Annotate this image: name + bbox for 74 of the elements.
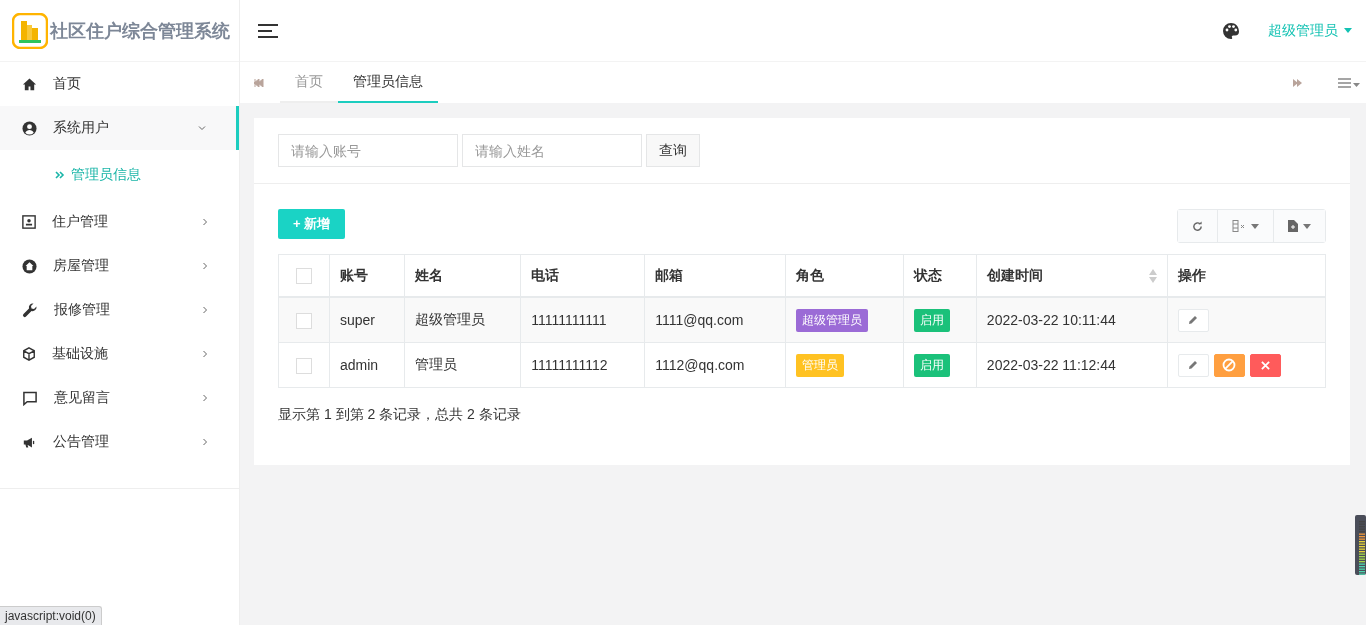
column-header: 操作 — [1177, 266, 1206, 283]
table-cell: 管理员 — [415, 356, 458, 372]
columns-button[interactable] — [1218, 210, 1274, 242]
table-cell: 11111111111 — [531, 312, 607, 328]
table-cell: 2022-03-22 10:11:44 — [986, 312, 1116, 328]
sidebar-item[interactable]: 意见留言 — [0, 376, 239, 420]
table-cell: 2022-03-22 11:12:44 — [986, 357, 1116, 373]
table-cell: super — [340, 312, 376, 328]
refresh-button[interactable] — [1178, 210, 1218, 242]
search-field[interactable]: 请输入姓名 — [462, 134, 642, 167]
column-header: 角色 — [795, 266, 824, 283]
sidebar-item[interactable]: 住户管理 — [0, 200, 239, 244]
table-cell: 超级管理员 — [415, 311, 486, 327]
sidebar-item[interactable]: 报修管理 — [0, 288, 239, 332]
house-circle-icon — [22, 258, 37, 274]
home-icon — [22, 76, 37, 92]
checkbox[interactable] — [296, 268, 312, 285]
megaphone-icon — [22, 435, 37, 449]
checkbox[interactable] — [296, 357, 312, 374]
edit-button[interactable] — [1177, 353, 1209, 377]
sidebar-item[interactable]: 基础设施 — [0, 332, 239, 376]
double-chevron-icon — [55, 171, 65, 179]
status-tag: 启用 — [914, 353, 951, 377]
pencil-icon — [1188, 315, 1199, 325]
checkbox[interactable] — [296, 312, 312, 329]
app-title: 社区住户综合管理系统 — [50, 19, 230, 43]
search-button[interactable]: 查询 — [646, 134, 700, 167]
close-icon — [1260, 360, 1270, 370]
rewind-icon[interactable] — [254, 78, 264, 87]
sort-icon[interactable] — [1148, 268, 1157, 283]
role-tag: 超级管理员 — [795, 308, 868, 332]
ban-icon — [1222, 358, 1237, 372]
caret-down-icon — [1303, 223, 1311, 229]
level-meter-drawing — [1355, 515, 1366, 575]
table-cell: 1111@qq.com — [655, 312, 744, 328]
list-dropdown-icon[interactable] — [1338, 77, 1360, 88]
palette-icon[interactable] — [1222, 21, 1240, 40]
caret-down-icon — [1344, 28, 1352, 33]
edit-button[interactable] — [1177, 308, 1209, 332]
file-icon — [1288, 220, 1298, 232]
sidebar-item[interactable]: 房屋管理 — [0, 244, 239, 288]
menu-icon[interactable] — [258, 23, 278, 38]
contact-card-icon — [22, 215, 36, 229]
page-tab[interactable]: 管理员信息 — [338, 62, 438, 103]
chat-bubble-icon — [22, 390, 38, 406]
table-cell: 11111111112 — [531, 357, 608, 373]
export-button[interactable] — [1274, 210, 1325, 242]
user-circle-icon — [22, 120, 37, 136]
wrench-icon — [22, 302, 38, 318]
column-header[interactable]: 创建时间 — [986, 266, 1043, 285]
column-header: 邮箱 — [655, 266, 684, 283]
column-header: 电话 — [531, 266, 560, 283]
status-tag: 启用 — [914, 308, 951, 332]
table-cell: 1112@qq.com — [655, 357, 745, 373]
pagination-info: 显示第 1 到第 2 条记录，总共 2 条记录 — [278, 406, 522, 424]
sidebar-item[interactable]: 系统用户 — [0, 106, 239, 150]
sidebar-item[interactable]: 首页 — [0, 62, 239, 106]
search-field[interactable]: 请输入账号 — [278, 134, 458, 167]
refresh-icon — [1192, 220, 1203, 232]
table-cell: admin — [340, 357, 379, 373]
disable-button[interactable] — [1213, 353, 1245, 377]
sidebar-item[interactable]: 公告管理 — [0, 420, 239, 464]
columns-icon — [1232, 220, 1246, 232]
column-header: 姓名 — [415, 266, 444, 283]
status-bar-url: javascript:void(0) — [0, 606, 102, 625]
cube-icon — [22, 347, 36, 361]
delete-button[interactable] — [1249, 353, 1281, 377]
role-tag: 管理员 — [795, 353, 844, 377]
column-header: 状态 — [914, 266, 943, 283]
building-logo-icon — [12, 12, 48, 49]
pencil-icon — [1188, 360, 1199, 370]
fast-forward-icon[interactable] — [1292, 78, 1302, 87]
column-header: 账号 — [340, 266, 368, 283]
caret-down-icon — [1251, 223, 1259, 229]
